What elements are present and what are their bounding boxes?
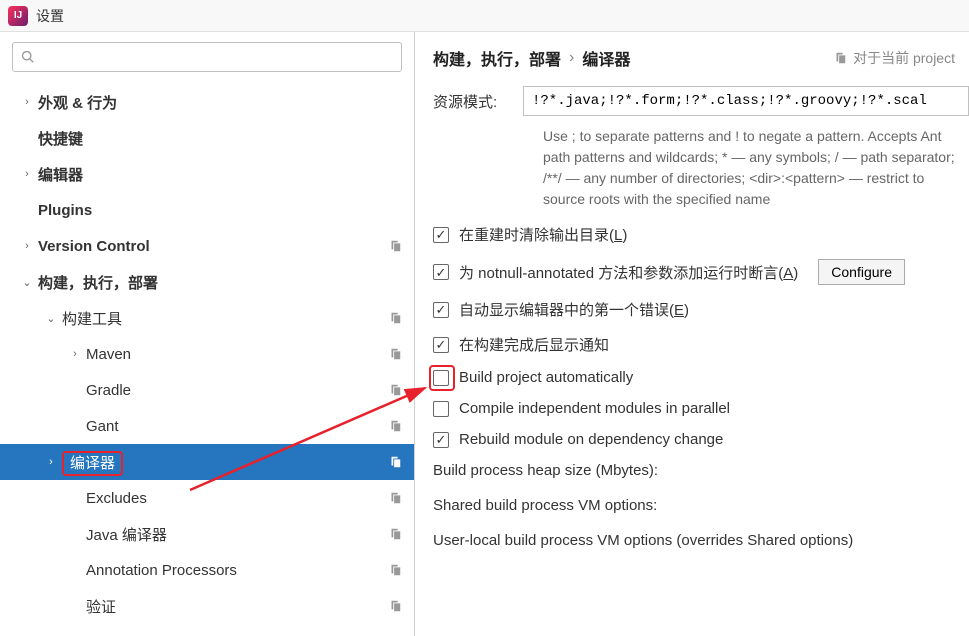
tree-item-12[interactable]: Java 编译器 — [0, 516, 414, 552]
tree-item-label: 编译器 — [62, 452, 388, 473]
copy-icon — [388, 383, 402, 397]
resource-pattern-hint: Use ; to separate patterns and ! to nega… — [543, 126, 969, 210]
copy-icon — [388, 455, 402, 469]
checkbox-row-4: Build project automatically — [433, 369, 969, 386]
checkbox[interactable] — [433, 370, 449, 386]
expand-arrow-icon[interactable]: › — [20, 240, 34, 252]
tree-item-label: Excludes — [86, 490, 388, 507]
checkbox-label: 在构建完成后显示通知 — [459, 334, 609, 355]
tree-item-6[interactable]: ⌄ 构建工具 — [0, 300, 414, 336]
tree-item-label: Java 编译器 — [86, 524, 388, 545]
tree-item-9[interactable]: Gant — [0, 408, 414, 444]
tree-item-label: Gant — [86, 418, 388, 435]
tree-item-label: Gradle — [86, 382, 388, 399]
checkbox[interactable] — [433, 337, 449, 353]
tree-item-11[interactable]: Excludes — [0, 480, 414, 516]
checkbox-row-2: 自动显示编辑器中的第一个错误(E) — [433, 299, 969, 320]
checkbox-label: 在重建时清除输出目录(L) — [459, 224, 627, 245]
titlebar: IJ 设置 — [0, 0, 969, 32]
copy-icon — [388, 347, 402, 361]
resource-pattern-input[interactable] — [523, 86, 969, 116]
resource-pattern-label: 资源模式: — [433, 91, 523, 112]
copy-icon — [388, 599, 402, 613]
checkbox-label: Build project automatically — [459, 369, 633, 386]
main-panel: 构建，执行，部署 › 编译器 对于当前 project 资源模式: Use ; … — [415, 32, 969, 636]
configure-annotations-button[interactable]: Configure — [818, 259, 905, 285]
checkbox-row-1: 为 notnull-annotated 方法和参数添加运行时断言(A) Confi… — [433, 259, 969, 285]
tree-item-8[interactable]: Gradle — [0, 372, 414, 408]
app-icon: IJ — [8, 6, 28, 26]
window-title: 设置 — [36, 6, 64, 26]
tree-item-14[interactable]: 验证 — [0, 588, 414, 624]
checkbox-label: 自动显示编辑器中的第一个错误(E) — [459, 299, 689, 320]
expand-arrow-icon[interactable]: ⌄ — [20, 276, 34, 289]
copy-icon — [388, 239, 402, 253]
tree-item-label: Annotation Processors — [86, 562, 388, 579]
copy-icon — [388, 563, 402, 577]
breadcrumb-a: 构建，执行，部署 — [433, 46, 561, 70]
checkbox[interactable] — [433, 264, 449, 280]
tree-item-label: 快捷键 — [38, 128, 402, 149]
tree-item-label: 编辑器 — [38, 164, 402, 185]
setting-label-2: User-local build process VM options (ove… — [433, 532, 969, 549]
checkbox-row-0: 在重建时清除输出目录(L) — [433, 224, 969, 245]
breadcrumb: 构建，执行，部署 › 编译器 — [433, 46, 630, 70]
settings-tree: › 外观 & 行为快捷键 › 编辑器 Plugins › Version Control ⌄ 构… — [0, 80, 414, 636]
tree-item-label: 外观 & 行为 — [38, 92, 402, 113]
copy-icon — [833, 51, 847, 65]
checkbox[interactable] — [433, 227, 449, 243]
expand-arrow-icon[interactable]: › — [20, 96, 34, 108]
copy-icon — [388, 527, 402, 541]
expand-arrow-icon[interactable]: ⌄ — [44, 312, 58, 325]
copy-icon — [388, 419, 402, 433]
tree-item-label: Version Control — [38, 238, 388, 255]
expand-arrow-icon[interactable]: › — [68, 348, 82, 360]
tree-item-10[interactable]: › 编译器 — [0, 444, 414, 480]
scope-label: 对于当前 project — [833, 48, 955, 68]
expand-arrow-icon[interactable]: › — [44, 456, 58, 468]
search-icon — [21, 50, 35, 64]
search-field[interactable] — [41, 50, 393, 65]
checkbox-label: 为 notnull-annotated 方法和参数添加运行时断言(A) — [459, 262, 798, 283]
checkbox-row-3: 在构建完成后显示通知 — [433, 334, 969, 355]
tree-item-1[interactable]: 快捷键 — [0, 120, 414, 156]
tree-item-label: 构建工具 — [62, 308, 388, 329]
tree-item-13[interactable]: Annotation Processors — [0, 552, 414, 588]
tree-item-4[interactable]: › Version Control — [0, 228, 414, 264]
tree-item-label: 构建，执行，部署 — [38, 272, 402, 293]
setting-label-0: Build process heap size (Mbytes): — [433, 462, 969, 479]
expand-arrow-icon[interactable]: › — [20, 168, 34, 180]
checkbox-row-5: Compile independent modules in parallel — [433, 400, 969, 417]
checkbox-row-6: Rebuild module on dependency change — [433, 431, 969, 448]
tree-item-3[interactable]: Plugins — [0, 192, 414, 228]
tree-item-label: Maven — [86, 346, 388, 363]
checkbox[interactable] — [433, 401, 449, 417]
tree-item-label: 验证 — [86, 596, 388, 617]
checkbox[interactable] — [433, 432, 449, 448]
search-input[interactable] — [12, 42, 402, 72]
tree-item-5[interactable]: ⌄ 构建，执行，部署 — [0, 264, 414, 300]
tree-item-0[interactable]: › 外观 & 行为 — [0, 84, 414, 120]
tree-item-7[interactable]: › Maven — [0, 336, 414, 372]
tree-item-label: Plugins — [38, 202, 402, 219]
sidebar: › 外观 & 行为快捷键 › 编辑器 Plugins › Version Control ⌄ 构… — [0, 32, 415, 636]
tree-item-2[interactable]: › 编辑器 — [0, 156, 414, 192]
breadcrumb-b: 编译器 — [582, 46, 630, 70]
copy-icon — [388, 491, 402, 505]
breadcrumb-sep: › — [569, 49, 574, 67]
setting-label-1: Shared build process VM options: — [433, 497, 969, 514]
checkbox[interactable] — [433, 302, 449, 318]
checkbox-label: Compile independent modules in parallel — [459, 400, 730, 417]
checkbox-label: Rebuild module on dependency change — [459, 431, 723, 448]
copy-icon — [388, 311, 402, 325]
